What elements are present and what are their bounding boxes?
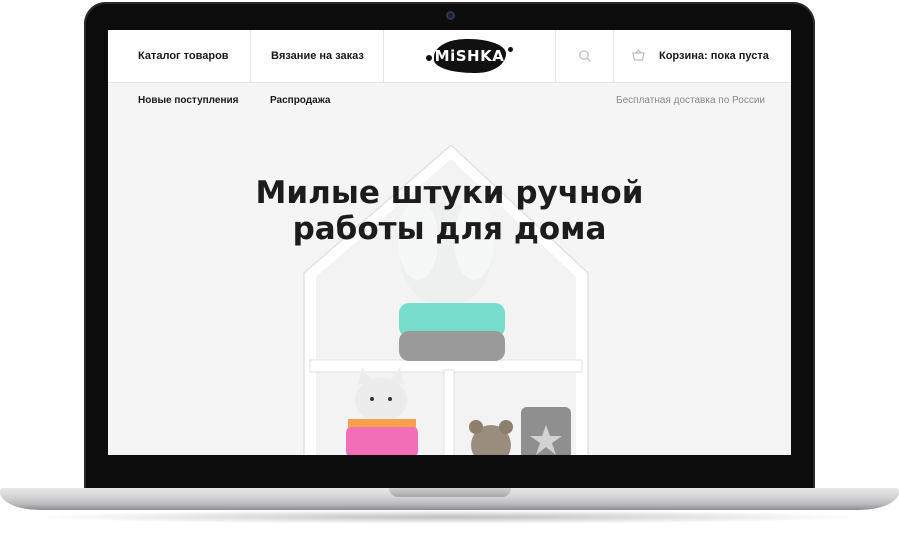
subnav-sale[interactable]: Распродажа	[270, 95, 330, 106]
search-button[interactable]	[555, 30, 614, 82]
laptop-shadow	[30, 510, 869, 524]
site-header: Каталог товаров Вязание на заказ MiSHKA	[108, 30, 791, 83]
brand-logo: MiSHKA	[425, 39, 513, 73]
search-icon	[578, 49, 592, 63]
camera-icon	[446, 11, 455, 20]
free-delivery-note: Бесплатная доставка по России	[616, 95, 765, 106]
hero-title-line-1: Милые штуки ручной	[255, 175, 644, 211]
hero-section: Милые штуки ручной работы для дома	[108, 115, 791, 455]
basket-icon	[632, 48, 645, 64]
nav-knitting-label: Вязание на заказ	[271, 50, 364, 62]
hero-title: Милые штуки ручной работы для дома	[108, 175, 791, 247]
subnav-new-arrivals[interactable]: Новые поступления	[138, 95, 239, 106]
laptop-base-notch	[389, 488, 511, 497]
cart-status: Корзина: пока пуста	[659, 50, 769, 62]
nav-catalog-link[interactable]: Каталог товаров	[108, 30, 251, 82]
nav-catalog-label: Каталог товаров	[138, 50, 229, 62]
laptop-screen: Каталог товаров Вязание на заказ MiSHKA	[108, 30, 791, 455]
hero-title-line-2: работы для дома	[292, 211, 607, 247]
cart-link[interactable]: Корзина: пока пуста	[614, 30, 791, 82]
sub-navigation: Новые поступления Распродажа Бесплатная …	[108, 83, 791, 115]
nav-custom-knitting-link[interactable]: Вязание на заказ	[251, 30, 384, 82]
logo-link[interactable]: MiSHKA	[384, 30, 555, 82]
logo-text: MiSHKA	[434, 47, 505, 65]
